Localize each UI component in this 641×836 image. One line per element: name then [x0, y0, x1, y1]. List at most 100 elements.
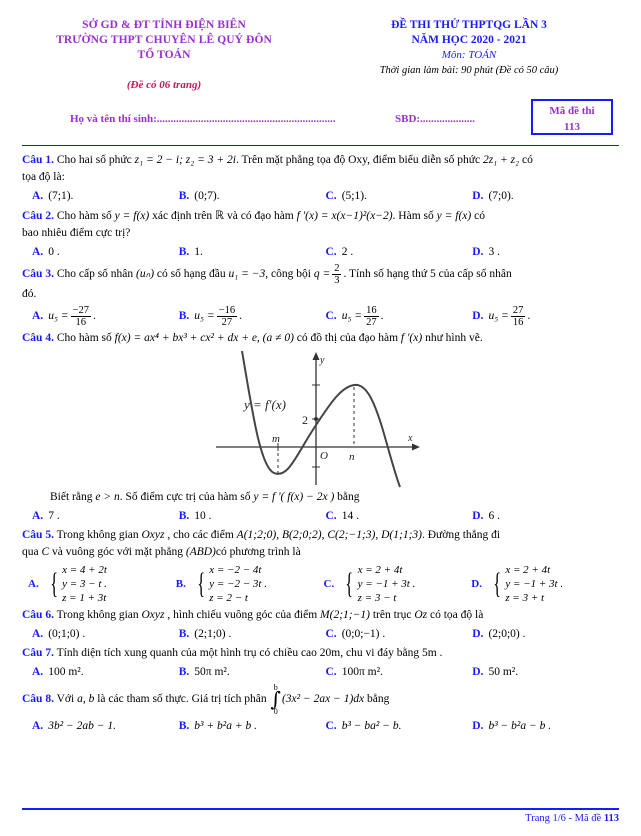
option-c[interactable]: C. 2 . — [326, 244, 473, 261]
option-c-value: 14 . — [341, 510, 359, 523]
option-d[interactable]: D. (2;0;0) . — [472, 626, 619, 643]
option-a[interactable]: A. 0 . — [32, 244, 179, 261]
y-axis-label: y — [319, 355, 325, 366]
option-b[interactable]: B. { x = −2 − 4t y = −2 − 3t . z = 2 − t — [176, 563, 324, 605]
option-c[interactable]: C. 14 . — [326, 508, 473, 525]
option-a[interactable]: A. { x = 4 + 2t y = 3 − t . z = 1 + 3t — [28, 563, 176, 605]
option-b[interactable]: B. 1. — [179, 244, 326, 261]
option-d-letter: D. — [472, 310, 484, 323]
question-8: Câu 8. Với a, b là các tham số thực. Giá… — [22, 683, 619, 735]
eq-x: x = 2 + 4t — [357, 564, 403, 577]
option-c-letter: C. — [325, 246, 337, 258]
option-b-value: 50π m². — [194, 666, 230, 679]
curve-label: y = f′(x) — [242, 397, 286, 412]
option-c[interactable]: C. (0;0;−1) . — [326, 626, 473, 643]
x-axis-label: x — [407, 433, 413, 444]
option-b[interactable]: B. (0;7). — [179, 188, 326, 205]
derivative-graph-svg: y = f′(x) 2 O n m x y — [215, 350, 420, 488]
eq-x: x = 4 + 2t — [62, 564, 107, 577]
option-a[interactable]: A. 3b² − 2ab − 1. — [32, 718, 179, 735]
option-b[interactable]: B. 10 . — [179, 508, 326, 525]
option-b-value: 1. — [194, 246, 203, 258]
option-a[interactable]: A. 100 m². — [32, 664, 179, 681]
option-b[interactable]: B. b³ + b²a + b . — [179, 718, 326, 735]
option-d[interactable]: D. { x = 2 + 4t y = −1 + 3t . z = 3 + t — [471, 563, 619, 605]
eq-z: z = 1 + 3t — [62, 592, 107, 605]
option-a[interactable]: A. 7 . — [32, 508, 179, 525]
option-b[interactable]: B. (2;1;0) . — [179, 626, 326, 643]
option-a-letter: A. — [32, 510, 44, 523]
option-d-letter: D. — [472, 720, 484, 733]
eq-z: z = 3 − t — [357, 592, 397, 605]
option-b[interactable]: B. 50π m². — [179, 664, 326, 681]
option-b[interactable]: B. u₅ = −16 27. — [179, 305, 326, 328]
option-a-value: 100 m². — [48, 666, 84, 679]
brace-icon: { — [197, 567, 206, 601]
question-3-label: Câu 3. — [22, 268, 54, 281]
option-d[interactable]: D. (7;0). — [472, 188, 619, 205]
option-c-value: (0;0;−1) . — [341, 628, 386, 641]
question-6-text-c: trên trục — [369, 609, 415, 622]
integral-symbol: b ∫ 0 — [271, 683, 281, 716]
option-d-value: (7;0). — [488, 190, 514, 202]
question-3-sequence: (uₙ) — [136, 268, 155, 281]
option-d[interactable]: D. u₅ = 27 16. — [472, 305, 619, 328]
option-d[interactable]: D. 6 . — [472, 508, 619, 525]
option-c[interactable]: C. 100π m². — [326, 664, 473, 681]
option-d[interactable]: D. 3 . — [472, 244, 619, 261]
option-c-value: b³ − ba² − b. — [341, 720, 402, 733]
exam-page: SỞ GD & ĐT TỈNH ĐIỆN BIÊN TRƯỜNG THPT CH… — [0, 0, 641, 836]
option-a-letter: A. — [32, 666, 44, 679]
option-a-letter: A. — [32, 628, 44, 641]
option-b-letter: B. — [178, 510, 190, 523]
question-6-text-b: , hình chiếu vuông góc của điểm — [164, 609, 321, 622]
numerator: −27 — [70, 305, 91, 318]
question-5-plane: (ABD) — [185, 546, 216, 559]
question-1: Câu 1. Cho hai số phức z₁ = 2 − i; z₂ = … — [22, 152, 619, 205]
question-2: Câu 2. Cho hàm số y = f(x) xác định trên… — [22, 207, 619, 261]
derivative-graph-figure: y = f′(x) 2 O n m x y — [22, 349, 619, 489]
exam-content: Câu 1. Cho hai số phức z₁ = 2 − i; z₂ = … — [0, 146, 641, 735]
question-5-label: Câu 5. — [22, 529, 54, 542]
option-d[interactable]: D. b³ − b²a − b . — [472, 718, 619, 735]
ratio-numerator: 2 — [332, 263, 342, 276]
question-5-line2-a: qua — [22, 546, 42, 559]
question-4-text-b: có đồ thị của đạo hàm — [293, 332, 401, 345]
question-6-text-d: có tọa độ là — [427, 609, 484, 622]
question-1-text-c: có — [519, 154, 533, 166]
candidate-sbd-field[interactable]: SBD:.................... — [395, 113, 475, 125]
option-c[interactable]: C. b³ − ba² − b. — [326, 718, 473, 735]
option-a[interactable]: A. (0;1;0) . — [32, 626, 179, 643]
pages-note: (Đề có 06 trang) — [126, 79, 202, 91]
option-a-system: x = 4 + 2t y = 3 − t . z = 1 + 3t — [62, 563, 107, 605]
exam-header-block: ĐỀ THI THỬ THPTQG LẦN 3 NĂM HỌC 2020 - 2… — [314, 18, 624, 91]
question-5-point-c: C — [41, 546, 50, 559]
integral-glyph: ∫ — [270, 687, 281, 712]
question-4-function: f(x) = ax⁴ + bx³ + cx² + dx + e, (a ≠ 0) — [114, 332, 294, 345]
eq-y: y = −1 + 3t . — [505, 578, 564, 591]
candidate-name-field[interactable]: Họ và tên thí sinh:.....................… — [70, 113, 336, 125]
option-d-value: b³ − b²a − b . — [488, 720, 552, 733]
option-c-letter: C. — [325, 628, 337, 641]
exam-duration: Thời gian làm bài: 90 phút (Đề có 50 câu… — [379, 65, 559, 76]
option-b-fraction: −16 27 — [216, 305, 238, 328]
question-7-text: Tính diện tích xung quanh của một hình t… — [56, 647, 443, 660]
option-d-letter: D. — [472, 628, 484, 641]
option-c[interactable]: C. u₅ = 16 27. — [326, 305, 473, 328]
question-7: Câu 7. Tính diện tích xung quanh của một… — [22, 645, 619, 681]
question-4-condition: e > n — [95, 491, 120, 504]
option-c-system: x = 2 + 4t y = −1 + 3t . z = 3 − t — [358, 563, 416, 605]
question-4-text-a: Cho hàm số — [56, 332, 115, 345]
option-a[interactable]: A. (7;1). — [32, 188, 179, 205]
question-1-math-expr: 2z₁ + z₂ — [482, 154, 520, 166]
option-b-letter: B. — [178, 666, 190, 679]
school-department-line: SỞ GD & ĐT TỈNH ĐIỆN BIÊN — [82, 19, 246, 31]
option-c[interactable]: C. { x = 2 + 4t y = −1 + 3t . z = 3 − t — [324, 563, 472, 605]
question-1-math-z: z₁ = 2 − i; z₂ = 3 + 2i — [134, 154, 236, 166]
option-c[interactable]: C. (5;1). — [326, 188, 473, 205]
option-d[interactable]: D. 50 m². — [472, 664, 619, 681]
question-8-text-a: Với — [56, 693, 78, 706]
option-a[interactable]: A. u₅ = −27 16. — [32, 305, 179, 328]
question-4-after-a: Biết rằng — [50, 491, 96, 504]
option-b-letter: B. — [178, 720, 190, 733]
